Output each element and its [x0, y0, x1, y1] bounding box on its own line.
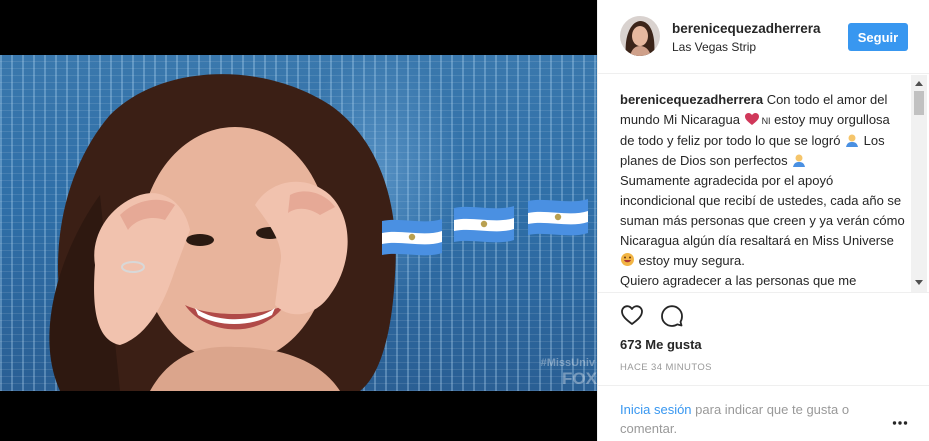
avatar-image	[620, 16, 660, 56]
post-caption: berenicequezadherrera Con todo el amor d…	[620, 90, 906, 292]
follow-button[interactable]: Seguir	[848, 23, 908, 51]
watermark-hashtag: #MissUniv	[540, 357, 595, 369]
praying-hands-emoji-icon	[846, 134, 859, 147]
post-side-panel: berenicequezadherrera Las Vegas Strip Se…	[597, 0, 929, 441]
nicaragua-flag-icon	[528, 199, 588, 236]
avatar[interactable]	[620, 16, 660, 56]
caption-scroll-area[interactable]: berenicequezadherrera Con todo el amor d…	[598, 75, 929, 293]
caption-paragraph2-end: estoy muy segura.	[635, 253, 745, 268]
nicaragua-flag-icon	[382, 219, 442, 256]
watermark-logo: FOX	[562, 369, 597, 388]
more-options-icon[interactable]	[892, 420, 908, 426]
header-location[interactable]: Las Vegas Strip	[672, 40, 756, 54]
scroll-up-arrow-icon[interactable]	[915, 81, 923, 86]
comment-bubble-icon[interactable]	[660, 303, 684, 327]
header-username[interactable]: berenicequezadherrera	[672, 21, 821, 36]
scroll-thumb[interactable]	[914, 91, 924, 115]
login-link[interactable]: Inicia sesión	[620, 402, 692, 417]
post-timestamp[interactable]: HACE 34 MINUTOS	[620, 362, 712, 373]
caption-scrollbar[interactable]	[911, 75, 927, 292]
scroll-down-arrow-icon[interactable]	[915, 280, 923, 285]
caption-username[interactable]: berenicequezadherrera	[620, 92, 763, 107]
post-image: #MissUniv FOX	[0, 55, 597, 391]
login-prompt: Inicia sesión para indicar que te gusta …	[620, 400, 870, 438]
post-footer: Inicia sesión para indicar que te gusta …	[598, 385, 929, 441]
post-media[interactable]: #MissUniv FOX	[0, 0, 597, 441]
like-count[interactable]: 673 Me gusta	[620, 337, 702, 352]
heart-emoji-icon	[744, 113, 759, 125]
post-header: berenicequezadherrera Las Vegas Strip Se…	[598, 0, 929, 74]
praying-hands-emoji-icon	[793, 154, 806, 167]
nicaragua-flag-icon	[454, 206, 514, 243]
caption-paragraph2: Sumamente agradecida por el apoyó incond…	[620, 173, 905, 248]
country-code-tag: NI	[761, 116, 771, 126]
heart-outline-icon[interactable]	[620, 303, 644, 327]
caption-paragraph3: Quiero agradecer a las personas que me a…	[620, 273, 857, 288]
smiling-emoji-icon	[621, 253, 634, 266]
